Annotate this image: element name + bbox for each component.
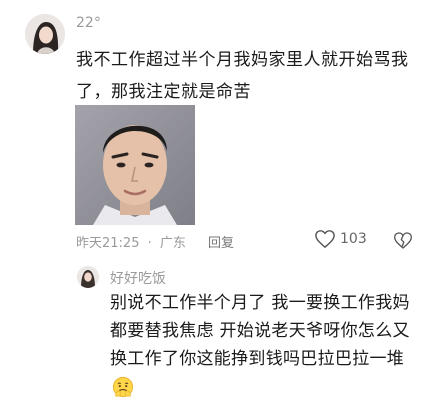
- dislike-button[interactable]: [393, 231, 413, 254]
- reply-text: 别说不工作半个月了 我一要换工作我妈都要替我焦虑 开始说老天爷呀你怎么又换工作了…: [110, 289, 410, 401]
- comment-text: 我不工作超过半个月我妈家里人就开始骂我了，那我注定就是命苦: [76, 50, 409, 102]
- like-button[interactable]: 103: [314, 229, 367, 249]
- reply-button[interactable]: 回复: [208, 236, 234, 251]
- like-count: 103: [340, 231, 367, 247]
- commenter-username[interactable]: 22°: [76, 15, 101, 31]
- comment-time: 昨天21:25: [76, 236, 140, 251]
- commenter-avatar[interactable]: [25, 14, 65, 54]
- comment-separator: ·: [147, 236, 152, 251]
- reply-avatar[interactable]: [77, 266, 99, 288]
- heart-outline-icon: [315, 230, 335, 248]
- anxious-face-emoji-icon: [112, 376, 134, 398]
- reply-text-content: 别说不工作半个月了 我一要换工作我妈都要替我焦虑 开始说老天爷呀你怎么又换工作了…: [110, 293, 410, 369]
- reply-username[interactable]: 好好吃饭: [110, 268, 166, 288]
- comment-location: 广东: [159, 236, 186, 251]
- broken-heart-icon: [394, 232, 412, 249]
- comment-image[interactable]: [75, 105, 195, 225]
- comment-meta: 昨天21:25 · 广东 回复: [76, 232, 238, 251]
